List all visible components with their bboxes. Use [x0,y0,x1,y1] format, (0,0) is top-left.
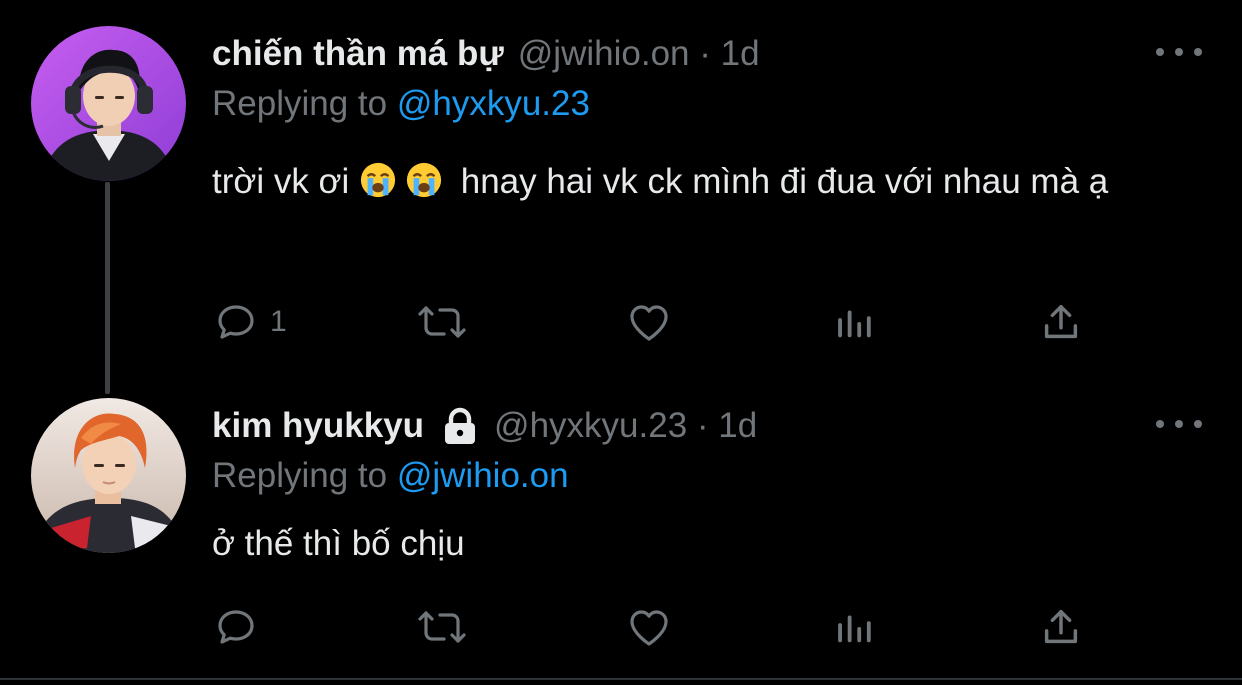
tweet-text: ở thế thì bố chịu [212,524,465,563]
mention-link[interactable]: @hyxkyu.23 [397,84,590,123]
analytics-icon [838,615,871,643]
more-options-icon[interactable] [1156,414,1202,434]
separator: · [696,406,709,445]
handle[interactable]: @jwihio.on [518,34,690,73]
divider [0,678,1242,680]
reply-button[interactable] [212,602,260,652]
handle[interactable]: @hyxkyu.23 [494,406,687,445]
tweet-header: chiến thần má bự @jwihio.on · 1d [212,32,760,76]
tweet[interactable]: kim hyukkyu @hyxkyu.23 · 1d Replying to … [0,380,1242,685]
tweet-text: trời vk ơi hnay hai vk ck mình đi đua vớ… [212,156,1192,208]
loudly-crying-face-icon [406,162,442,198]
handle-meta: @hyxkyu.23 · 1d [494,406,757,446]
action-bar: 1 [212,297,1112,347]
tweet-header: kim hyukkyu @hyxkyu.23 · 1d [212,404,757,448]
action-bar [212,602,1112,652]
share-button[interactable] [1038,602,1084,652]
retweet-button[interactable] [414,297,470,347]
replying-to: Replying to @jwihio.on [212,456,569,496]
replying-label: Replying to [212,84,388,123]
retweet-icon [418,611,466,643]
share-icon [1044,304,1078,339]
replying-to: Replying to @hyxkyu.23 [212,84,590,124]
heart-icon [630,305,668,341]
loudly-crying-face-icon [360,162,396,198]
retweet-button[interactable] [414,602,470,652]
analytics-icon [838,310,871,338]
avatar[interactable] [31,398,186,553]
replying-label: Replying to [212,456,388,495]
timestamp[interactable]: 1d [718,406,757,445]
reply-icon [218,305,254,339]
share-icon [1044,609,1078,644]
reply-button[interactable]: 1 [212,297,287,347]
like-button[interactable] [624,297,674,347]
share-button[interactable] [1038,297,1084,347]
heart-icon [630,610,668,646]
views-button[interactable] [832,297,878,347]
lock-icon [440,407,480,445]
handle-meta: @jwihio.on · 1d [518,34,760,74]
display-name[interactable]: chiến thần má bự [212,34,504,74]
tweet-text-part: trời vk ơi [212,162,350,201]
avatar[interactable] [31,26,186,181]
reply-icon [218,610,254,644]
timestamp[interactable]: 1d [721,34,760,73]
tweet[interactable]: chiến thần má bự @jwihio.on · 1d Replyin… [0,0,1242,380]
retweet-icon [418,306,466,338]
display-name[interactable]: kim hyukkyu [212,406,424,446]
separator: · [699,34,711,73]
views-button[interactable] [832,602,878,652]
mention-link[interactable]: @jwihio.on [397,456,569,495]
like-button[interactable] [624,602,674,652]
reply-count: 1 [270,305,287,338]
tweet-text-part: hnay hai vk ck mình đi đua với nhau mà ạ [451,162,1109,201]
more-options-icon[interactable] [1156,42,1202,62]
